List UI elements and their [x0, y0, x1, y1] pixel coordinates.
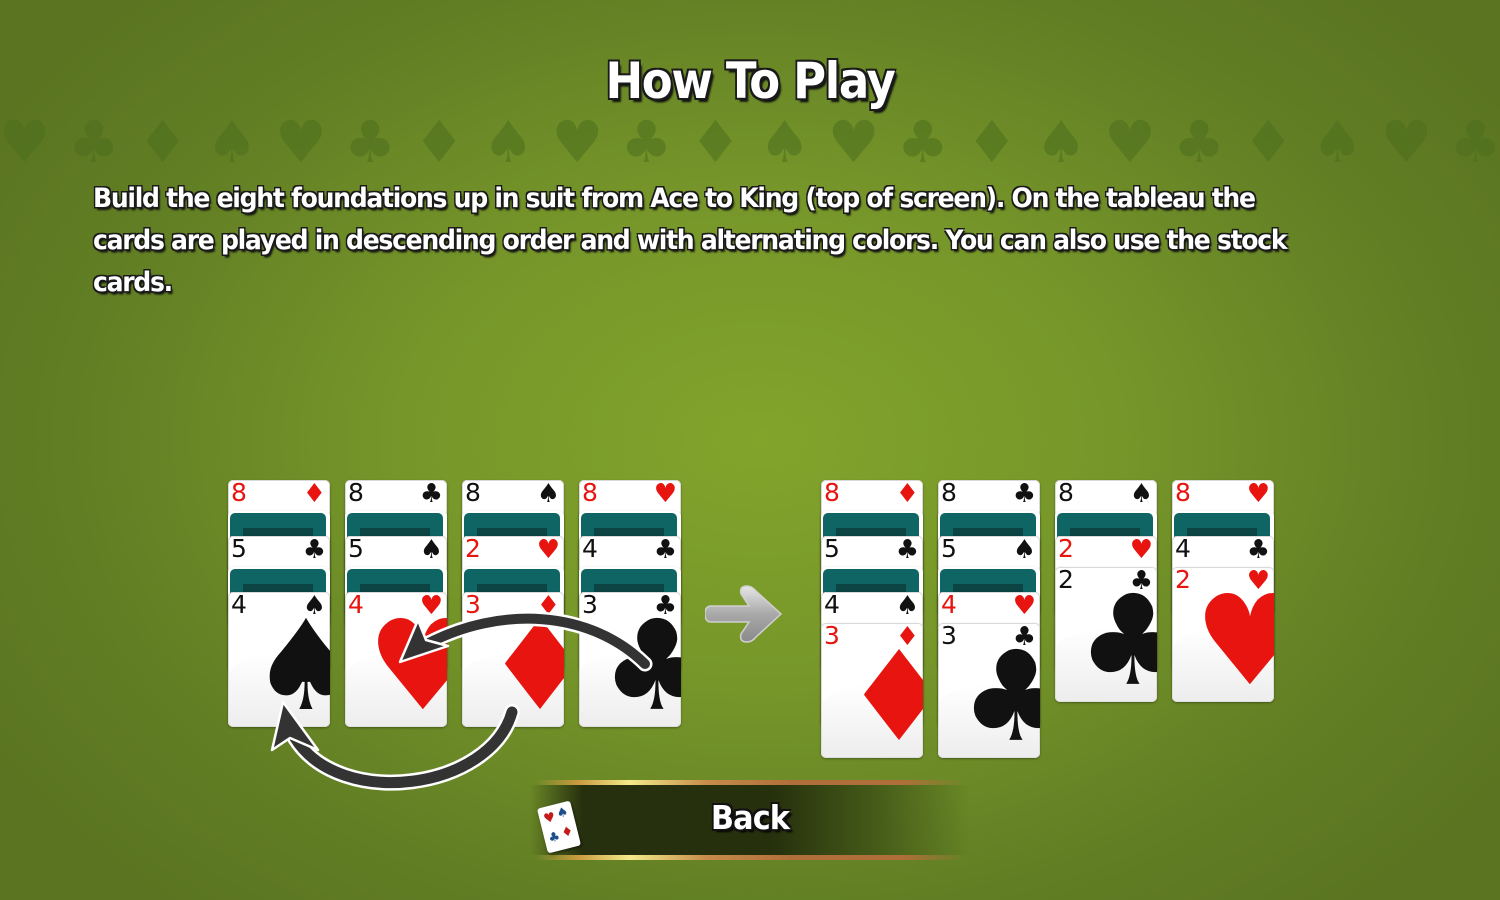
card-rank: 5 — [824, 536, 840, 563]
playing-card: 3 ♣ ♣ — [938, 623, 1040, 758]
club-icon: ♣ — [896, 108, 949, 176]
diamond-large-icon: ♦ — [484, 594, 564, 727]
spade-icon: ♠ — [1129, 480, 1153, 509]
card-rank: 8 — [231, 480, 247, 507]
card-rank: 8 — [582, 480, 598, 507]
card-rank: 4 — [941, 592, 957, 619]
heart-large-icon: ♥ — [367, 594, 447, 727]
club-icon: ♣ — [620, 108, 673, 176]
diamond-icon: ♦ — [895, 480, 919, 509]
club-large-icon: ♣ — [601, 594, 681, 727]
club-icon: ♣ — [1449, 108, 1500, 176]
diamond-icon: ♦ — [689, 108, 742, 176]
heart-icon: ♥ — [653, 480, 677, 509]
playing-card: 4 ♠ ♠ — [228, 592, 330, 727]
card-rank: 3 — [465, 592, 481, 619]
gold-divider — [535, 780, 965, 785]
arrow-right-icon — [705, 585, 783, 643]
club-icon: ♣ — [895, 536, 919, 565]
spade-icon: ♠ — [482, 108, 535, 176]
move-arrows — [270, 611, 653, 791]
gold-divider — [535, 855, 965, 860]
heart-icon: ♥ — [1104, 108, 1157, 176]
card-rank: 3 — [824, 623, 840, 650]
spade-icon: ♠ — [895, 592, 919, 621]
spade-large-icon: ♠ — [250, 594, 330, 727]
back-button[interactable]: ♥ ♠ ♣ ♦ Back — [530, 776, 970, 864]
card-rank: 4 — [231, 592, 247, 619]
heart-icon: ♥ — [1129, 536, 1153, 565]
spade-icon: ♠ — [419, 536, 443, 565]
instructions-text: Build the eight foundations up in suit f… — [93, 183, 1288, 298]
heart-icon: ♥ — [274, 108, 327, 176]
spade-icon: ♠ — [1012, 536, 1036, 565]
diamond-icon: ♦ — [413, 108, 466, 176]
spade-icon: ♠ — [1034, 108, 1087, 176]
card-rank: 2 — [1058, 567, 1074, 594]
heart-icon: ♥ — [1246, 480, 1270, 509]
card-rank: 8 — [348, 480, 364, 507]
playing-card: 3 ♦ ♦ — [821, 623, 923, 758]
spade-icon: ♠ — [1311, 108, 1364, 176]
heart-large-icon: ♥ — [1194, 569, 1274, 702]
diamond-icon: ♦ — [302, 480, 326, 509]
card-rank: 5 — [348, 536, 364, 563]
club-icon: ♣ — [67, 108, 120, 176]
card-rank: 4 — [348, 592, 364, 619]
card-rank: 8 — [1058, 480, 1074, 507]
back-button-label: Back — [710, 798, 790, 837]
card-rank: 8 — [1175, 480, 1191, 507]
heart-icon: ♥ — [827, 108, 880, 176]
heart-icon: ♥ — [1012, 592, 1036, 621]
page-title: How To Play — [605, 52, 895, 110]
heart-icon: ♥ — [1380, 108, 1433, 176]
club-large-icon: ♣ — [960, 625, 1040, 758]
heart-icon: ♥ — [0, 108, 51, 176]
heart-icon: ♥ — [551, 108, 604, 176]
heart-icon: ♥ — [536, 536, 560, 565]
diamond-icon: ♦ — [1242, 108, 1295, 176]
club-icon: ♣ — [1012, 480, 1036, 509]
diamond-icon: ♦ — [965, 108, 1018, 176]
spade-icon: ♠ — [205, 108, 258, 176]
spade-icon: ♠ — [758, 108, 811, 176]
spade-icon: ♠ — [536, 480, 560, 509]
diamond-icon: ♦ — [136, 108, 189, 176]
club-icon: ♣ — [653, 536, 677, 565]
playing-card: 3 ♦ ♦ — [462, 592, 564, 727]
card-rank: 4 — [824, 592, 840, 619]
club-icon: ♣ — [302, 536, 326, 565]
card-rank: 2 — [1058, 536, 1074, 563]
card-rank: 5 — [231, 536, 247, 563]
suit-pattern-band: ♥ ♣ ♦ ♠ ♥ ♣ ♦ ♠ ♥ ♣ ♦ ♠ ♥ ♣ ♦ ♠ ♥ ♣ ♦ ♠ ♥ ♣ — [0, 112, 1500, 172]
card-rank: 3 — [582, 592, 598, 619]
card-rank: 8 — [941, 480, 957, 507]
card-rank: 3 — [941, 623, 957, 650]
card-rank: 2 — [1175, 567, 1191, 594]
club-icon: ♣ — [419, 480, 443, 509]
card-rank: 2 — [465, 536, 481, 563]
diamond-large-icon: ♦ — [843, 625, 923, 758]
card-rank: 4 — [582, 536, 598, 563]
club-icon: ♣ — [1246, 536, 1270, 565]
playing-card: 4 ♥ ♥ — [345, 592, 447, 727]
card-rank: 8 — [465, 480, 481, 507]
club-large-icon: ♣ — [1077, 569, 1157, 702]
playing-card: 2 ♣ ♣ — [1055, 567, 1157, 702]
club-icon: ♣ — [344, 108, 397, 176]
card-rank: 4 — [1175, 536, 1191, 563]
card-rank: 5 — [941, 536, 957, 563]
club-icon: ♣ — [1173, 108, 1226, 176]
playing-card: 2 ♥ ♥ — [1172, 567, 1274, 702]
playing-card: 3 ♣ ♣ — [579, 592, 681, 727]
card-rank: 8 — [824, 480, 840, 507]
